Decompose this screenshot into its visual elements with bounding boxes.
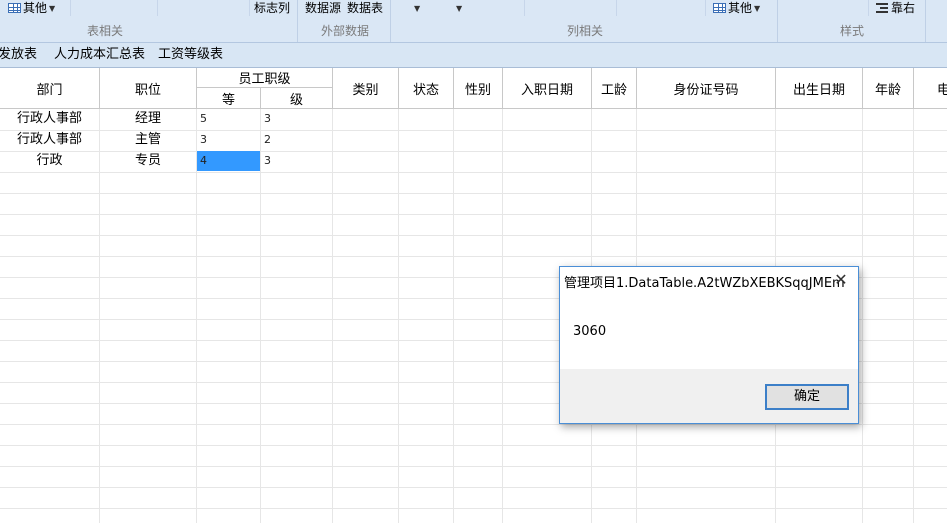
group-divider bbox=[390, 0, 391, 42]
group-label-table: 表相关 bbox=[86, 24, 123, 38]
message-dialog: 管理项目1.DataTable.A2tWZbXEBKSqqJMEm ✕ 3060… bbox=[559, 266, 859, 424]
dialog-title: 管理项目1.DataTable.A2tWZbXEBKSqqJMEm bbox=[564, 276, 845, 291]
header-age[interactable]: 年龄 bbox=[863, 68, 913, 108]
header-more[interactable]: 电 bbox=[914, 68, 947, 108]
tab-hr-cost-summary[interactable]: 人力成本汇总表 bbox=[54, 43, 145, 67]
close-icon[interactable]: ✕ bbox=[830, 270, 852, 290]
divider bbox=[868, 0, 869, 16]
dropdown-1-caret-icon[interactable]: ▼ bbox=[412, 0, 420, 17]
header-level-grade[interactable]: 等 bbox=[197, 88, 260, 108]
other-right-button[interactable]: 其他 ▼ bbox=[713, 0, 760, 17]
divider bbox=[705, 0, 706, 16]
divider bbox=[524, 0, 525, 16]
group-label-external: 外部数据 bbox=[320, 24, 369, 38]
cell-grade-selected[interactable]: 4 bbox=[197, 151, 260, 171]
align-right-button[interactable]: 靠右 bbox=[876, 0, 915, 17]
cell-class[interactable]: 3 bbox=[261, 151, 332, 171]
table-icon bbox=[8, 3, 21, 13]
align-right-icon bbox=[876, 3, 888, 13]
header-seniority[interactable]: 工龄 bbox=[592, 68, 636, 108]
header-category[interactable]: 类别 bbox=[333, 68, 398, 108]
sheet-tabs-bar: 发放表 人力成本汇总表 工资等级表 bbox=[0, 43, 947, 68]
other-left-button[interactable]: 其他 ▼ bbox=[8, 0, 55, 17]
divider bbox=[70, 0, 71, 16]
cell-grade[interactable]: 5 bbox=[197, 109, 260, 129]
header-id-number[interactable]: 身份证号码 bbox=[637, 68, 775, 108]
cell-position[interactable]: 经理 bbox=[100, 109, 196, 129]
group-divider bbox=[925, 0, 926, 42]
data-source-button[interactable]: 数据源 bbox=[305, 0, 341, 17]
divider bbox=[616, 0, 617, 16]
cell-class[interactable]: 3 bbox=[261, 109, 332, 129]
group-label-style: 样式 bbox=[839, 24, 864, 38]
flag-column-button[interactable]: 标志列 bbox=[254, 0, 290, 17]
cell-class[interactable]: 2 bbox=[261, 130, 332, 150]
header-employee-level[interactable]: 员工职级 bbox=[197, 68, 332, 87]
dialog-footer: 确定 bbox=[560, 369, 858, 423]
header-position[interactable]: 职位 bbox=[100, 68, 196, 108]
ribbon: 其他 ▼ 标志列 数据源 数据表 ▼ ▼ 其他 ▼ 靠右 表相关 外部数据 列相关 … bbox=[0, 0, 947, 43]
tab-payout[interactable]: 发放表 bbox=[0, 43, 37, 67]
tab-salary-grade[interactable]: 工资等级表 bbox=[158, 43, 223, 67]
table-icon bbox=[713, 3, 726, 13]
dropdown-caret-icon: ▼ bbox=[49, 4, 56, 13]
header-dept[interactable]: 部门 bbox=[0, 68, 99, 108]
header-level-class[interactable]: 级 bbox=[261, 88, 332, 108]
header-hire-date[interactable]: 入职日期 bbox=[503, 68, 591, 108]
cell-dept[interactable]: 行政 bbox=[0, 151, 99, 171]
cell-dept[interactable]: 行政人事部 bbox=[0, 109, 99, 129]
cell-dept[interactable]: 行政人事部 bbox=[0, 130, 99, 150]
group-label-column: 列相关 bbox=[566, 24, 603, 38]
cell-position[interactable]: 主管 bbox=[100, 130, 196, 150]
group-divider bbox=[777, 0, 778, 42]
dropdown-2-caret-icon[interactable]: ▼ bbox=[454, 0, 462, 17]
header-gender[interactable]: 性别 bbox=[454, 68, 502, 108]
group-divider bbox=[297, 0, 298, 42]
divider bbox=[249, 0, 250, 16]
ok-button[interactable]: 确定 bbox=[765, 384, 849, 410]
cell-grade[interactable]: 3 bbox=[197, 130, 260, 150]
dialog-message: 3060 bbox=[573, 324, 607, 339]
dropdown-caret-icon: ▼ bbox=[754, 4, 761, 13]
data-table-button[interactable]: 数据表 bbox=[347, 0, 383, 17]
header-status[interactable]: 状态 bbox=[399, 68, 453, 108]
cell-position[interactable]: 专员 bbox=[100, 151, 196, 171]
divider bbox=[157, 0, 158, 16]
header-birth-date[interactable]: 出生日期 bbox=[776, 68, 862, 108]
